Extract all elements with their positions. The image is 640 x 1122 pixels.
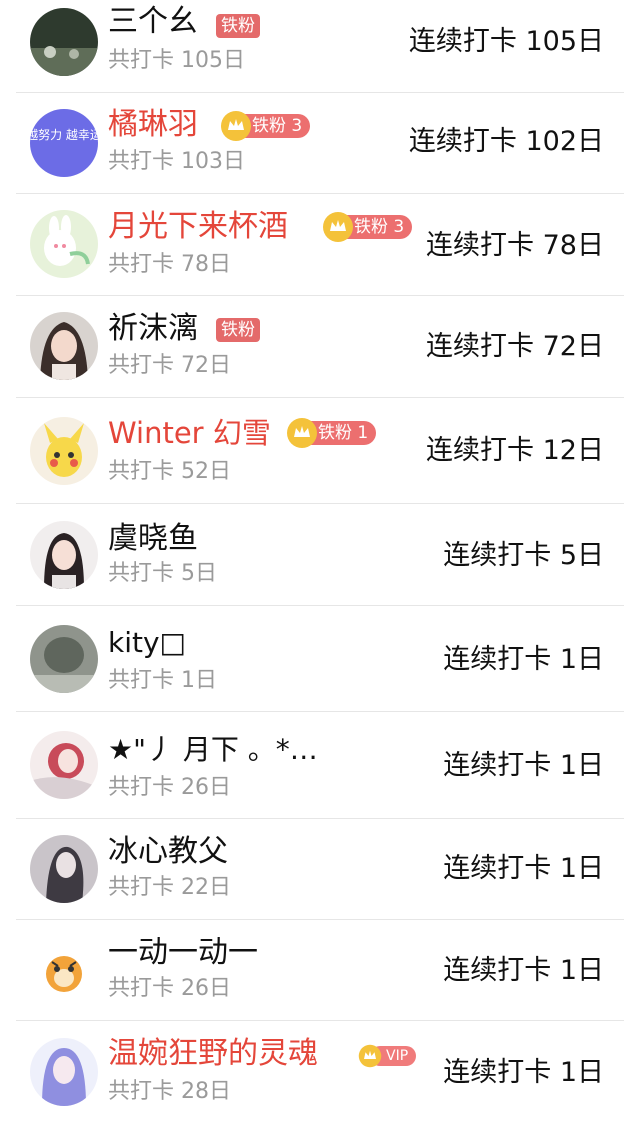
streak-checkin: 连续打卡 1日 bbox=[443, 955, 604, 986]
total-checkin: 共打卡 26日 bbox=[108, 775, 231, 800]
iron-fan-badge: 铁粉 3 bbox=[322, 212, 413, 242]
iron-fan-badge: 铁粉 bbox=[216, 318, 260, 342]
crown-icon bbox=[323, 212, 353, 242]
crown-icon bbox=[358, 1044, 382, 1068]
avatar[interactable] bbox=[30, 210, 98, 278]
total-checkin: 共打卡 5日 bbox=[108, 561, 217, 586]
streak-checkin: 连续打卡 1日 bbox=[443, 750, 604, 781]
list-item[interactable]: 虞晓鱼 共打卡 5日 连续打卡 5日 bbox=[0, 504, 640, 606]
total-checkin: 共打卡 22日 bbox=[108, 875, 231, 900]
list-item[interactable]: 祈沫漓 铁粉 共打卡 72日 连续打卡 72日 bbox=[0, 296, 640, 398]
user-name: 冰心教父 bbox=[108, 834, 228, 869]
streak-checkin: 连续打卡 5日 bbox=[443, 540, 604, 571]
total-checkin: 共打卡 78日 bbox=[108, 252, 231, 277]
streak-checkin: 连续打卡 105日 bbox=[408, 26, 604, 57]
user-name: 橘琳羽 bbox=[108, 107, 198, 142]
avatar[interactable] bbox=[30, 521, 98, 589]
total-checkin: 共打卡 105日 bbox=[108, 48, 245, 73]
list-item[interactable]: 月光下来杯酒 铁粉 3 共打卡 78日 连续打卡 78日 bbox=[0, 194, 640, 296]
avatar[interactable] bbox=[30, 1038, 98, 1106]
user-name: Winter 幻雪 bbox=[108, 416, 271, 450]
total-checkin: 共打卡 1日 bbox=[108, 668, 217, 693]
streak-checkin: 连续打卡 72日 bbox=[426, 331, 604, 362]
streak-checkin: 连续打卡 102日 bbox=[408, 126, 604, 157]
streak-checkin: 连续打卡 1日 bbox=[443, 853, 604, 884]
streak-checkin: 连续打卡 78日 bbox=[426, 230, 604, 261]
avatar[interactable] bbox=[30, 936, 98, 1004]
avatar[interactable] bbox=[30, 417, 98, 485]
streak-checkin: 连续打卡 1日 bbox=[443, 1057, 604, 1088]
iron-fan-badge: 铁粉 bbox=[216, 14, 260, 38]
avatar[interactable] bbox=[30, 312, 98, 380]
total-checkin: 共打卡 28日 bbox=[108, 1079, 231, 1104]
list-item[interactable]: ★"丿 月下 。*… 共打卡 26日 连续打卡 1日 bbox=[0, 712, 640, 819]
user-name: 虞晓鱼 bbox=[108, 521, 198, 556]
crown-icon bbox=[221, 111, 251, 141]
user-name: ★"丿 月下 。*… bbox=[108, 733, 318, 766]
user-name: 三个幺 bbox=[108, 4, 198, 39]
user-name: 祈沫漓 bbox=[108, 311, 198, 346]
iron-fan-badge: 铁粉 1 bbox=[286, 418, 377, 448]
list-item[interactable]: Winter 幻雪 铁粉 1 共打卡 52日 连续打卡 12日 bbox=[0, 398, 640, 504]
iron-fan-badge: 铁粉 3 bbox=[220, 111, 311, 141]
total-checkin: 共打卡 52日 bbox=[108, 459, 231, 484]
list-item[interactable]: 越努力 越幸运 橘琳羽 铁粉 3 共打卡 103日 连续打卡 102日 bbox=[0, 93, 640, 194]
vip-badge: VIP bbox=[358, 1043, 417, 1069]
list-item[interactable]: kity□ 共打卡 1日 连续打卡 1日 bbox=[0, 606, 640, 712]
avatar[interactable] bbox=[30, 731, 98, 799]
list-item[interactable]: 温婉狂野的灵魂 VIP 共打卡 28日 连续打卡 1日 bbox=[0, 1021, 640, 1122]
avatar-text: 越努力 越幸运 bbox=[30, 127, 98, 142]
avatar[interactable] bbox=[30, 835, 98, 903]
crown-icon bbox=[287, 418, 317, 448]
user-name: 一动一动一 bbox=[108, 935, 258, 970]
streak-checkin: 连续打卡 1日 bbox=[443, 644, 604, 675]
avatar[interactable]: 越努力 越幸运 bbox=[30, 109, 98, 177]
user-name: 月光下来杯酒 bbox=[108, 209, 288, 244]
total-checkin: 共打卡 26日 bbox=[108, 976, 231, 1001]
list-item[interactable]: 三个幺 铁粉 共打卡 105日 连续打卡 105日 bbox=[0, 0, 640, 93]
user-name: kity□ bbox=[108, 626, 186, 659]
avatar[interactable] bbox=[30, 625, 98, 693]
avatar[interactable] bbox=[30, 8, 98, 76]
total-checkin: 共打卡 103日 bbox=[108, 149, 245, 174]
total-checkin: 共打卡 72日 bbox=[108, 353, 231, 378]
list-item[interactable]: 冰心教父 共打卡 22日 连续打卡 1日 bbox=[0, 819, 640, 920]
user-name: 温婉狂野的灵魂 bbox=[108, 1036, 318, 1071]
streak-checkin: 连续打卡 12日 bbox=[426, 435, 604, 466]
list-item[interactable]: 一动一动一 共打卡 26日 连续打卡 1日 bbox=[0, 920, 640, 1021]
